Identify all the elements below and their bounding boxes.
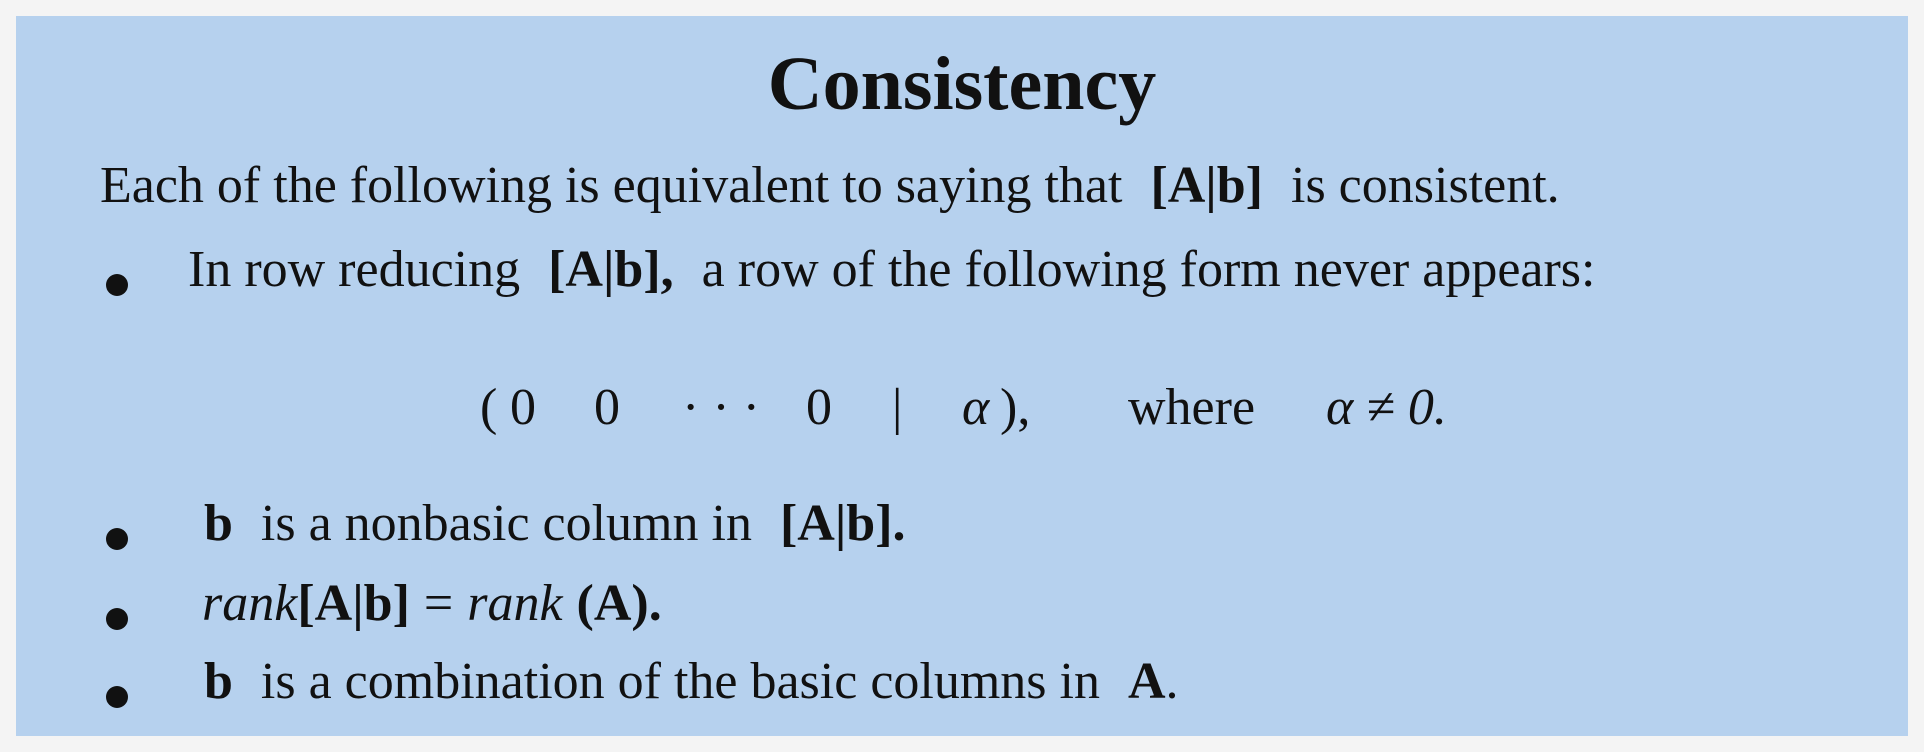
intro-matrix: [A|b]: [1150, 157, 1263, 214]
eq-open-paren: (: [480, 379, 498, 436]
eq-close-paren: ),: [1000, 379, 1031, 436]
intro-text-before: Each of the following is equivalent to s…: [100, 157, 1123, 214]
eq-where: where: [1128, 379, 1256, 436]
eq-entry-1: 0: [510, 379, 536, 436]
bullet-3-equals: =: [423, 575, 454, 632]
bullet-2-body: is a nonbasic column in: [260, 495, 752, 552]
content-panel: Consistency Each of the following is equ…: [16, 16, 1908, 736]
bullet-4-dot: [106, 686, 128, 708]
bullet-4-body: is a combination of the basic columns in: [260, 653, 1100, 710]
bullet-3-rank-right: rank: [467, 575, 563, 632]
bullet-2-dot: [106, 528, 128, 550]
bullet-4-b: b: [204, 653, 233, 710]
bullet-3-text: rank[A|b] = rank (A).: [202, 578, 662, 630]
page-title: Consistency: [767, 42, 1157, 126]
bullet-2-b: b: [204, 495, 233, 552]
bullet-3-arg: (A).: [576, 575, 662, 632]
bullet-2-matrix: [A|b].: [779, 495, 906, 552]
intro-line: Each of the following is equivalent to s…: [100, 160, 1560, 212]
intro-text-after: is consistent.: [1291, 157, 1560, 214]
display-equation: ( 0 0 · · · 0 | α ), where α ≠ 0.: [16, 372, 1908, 442]
eq-dots: · · ·: [682, 379, 760, 436]
eq-entry-2: 0: [594, 379, 620, 436]
eq-bar: |: [892, 379, 903, 436]
bullet-2-text: b is a nonbasic column in [A|b].: [204, 498, 906, 550]
bullet-3-matrix: [A|b]: [297, 575, 410, 632]
eq-entry-3: 0: [806, 379, 832, 436]
bullet-3-rank-left: rank: [202, 575, 298, 632]
bullet-4-period: .: [1165, 653, 1179, 710]
bullet-1-text: In row reducing [A|b], a row of the follow…: [188, 244, 1595, 296]
bullet-1-matrix: [A|b],: [548, 241, 674, 298]
eq-alpha: α: [962, 379, 990, 436]
bullet-1-text-before: In row reducing: [188, 241, 521, 298]
bullet-1-dot: [106, 274, 128, 296]
bullet-4-A: A: [1127, 653, 1166, 710]
bullet-3-dot: [106, 608, 128, 630]
bullet-1-text-after: a row of the following form never appear…: [701, 241, 1596, 298]
eq-condition: α ≠ 0.: [1326, 379, 1447, 436]
bullet-4-text: b is a combination of the basic columns i…: [204, 656, 1179, 708]
